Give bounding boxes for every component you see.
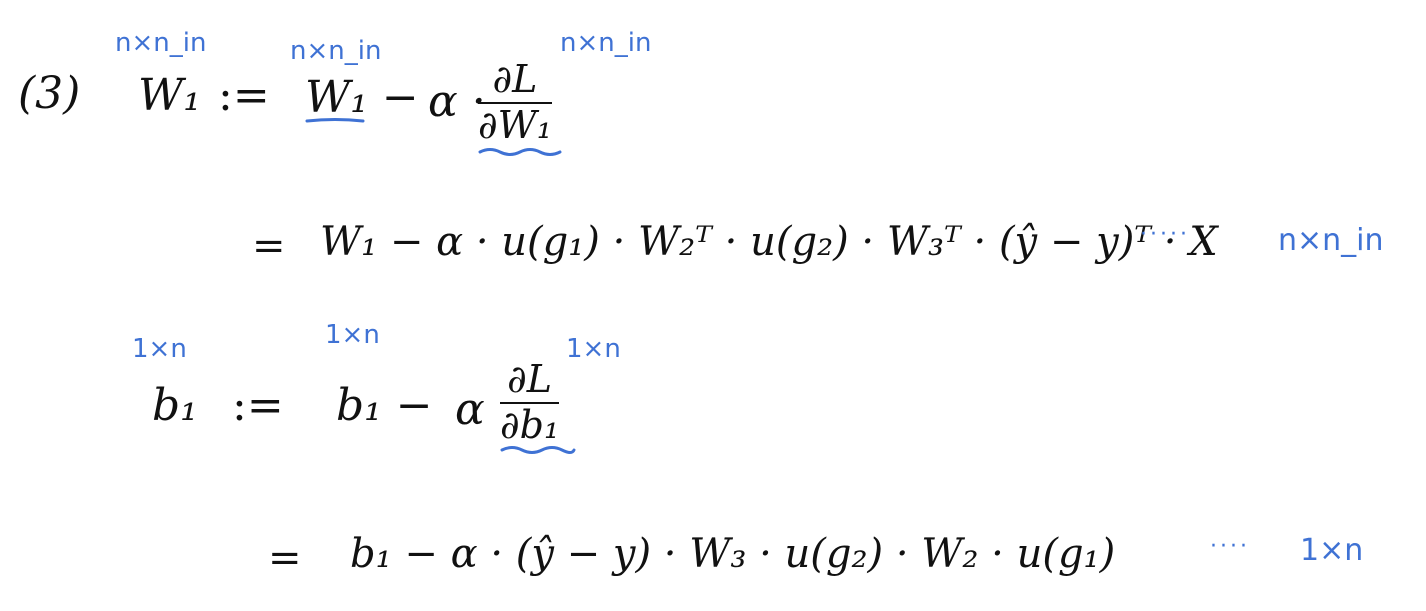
gradient-numerator-b1: ∂L bbox=[507, 357, 553, 401]
dimension-annotation-w1-gradient: n×n_in bbox=[560, 28, 652, 58]
dimension-annotation-b1-lhs: 1×n bbox=[132, 334, 187, 364]
gradient-denominator-b1: ∂b₁ bbox=[500, 402, 560, 447]
gradient-denominator: ∂W₁ bbox=[478, 102, 552, 147]
assign-operator-b1: := bbox=[232, 380, 284, 431]
dimension-annotation-b1-rhs: 1×n bbox=[325, 320, 380, 350]
b1-lhs: b₁ bbox=[152, 380, 198, 431]
gradient-fraction-w1: ∂L ∂W₁ bbox=[478, 57, 552, 147]
gradient-b1-wavy-underline bbox=[500, 446, 576, 454]
dimension-annotation-w1-rhs: n×n_in bbox=[290, 36, 382, 66]
w1-lhs: W₁ bbox=[138, 70, 201, 121]
w1-expanded-expression: W₁ − α · u(g₁) · W₂ᵀ · u(g₂) · W₃ᵀ · (ŷ … bbox=[320, 219, 1218, 265]
b1-rhs-term: b₁ − bbox=[336, 380, 433, 431]
equals-sign-b1-expansion: = bbox=[268, 535, 302, 581]
ellipsis-dots-b1: ···· bbox=[1210, 534, 1250, 559]
gradient-fraction-b1: ∂L ∂b₁ bbox=[500, 357, 560, 447]
equation-number: (3) bbox=[18, 68, 81, 119]
assign-operator: := bbox=[218, 70, 270, 121]
gradient-w1-wavy-underline bbox=[478, 148, 562, 156]
dimension-annotation-b1-gradient: 1×n bbox=[566, 334, 621, 364]
dimension-annotation-w1-lhs: n×n_in bbox=[115, 28, 207, 58]
learning-rate-alpha-b1: α bbox=[455, 384, 485, 435]
ellipsis-dots: ····· bbox=[1140, 222, 1190, 247]
w1-underline bbox=[305, 118, 365, 123]
w1-rhs-term: W₁ − bbox=[305, 72, 419, 123]
dimension-annotation-w1-result: n×n_in bbox=[1278, 223, 1384, 258]
gradient-numerator: ∂L bbox=[492, 57, 538, 101]
equals-sign-w1-expansion: = bbox=[252, 223, 286, 269]
handwritten-notes-page: (3) n×n_in W₁ := n×n_in W₁ − α · ∂L ∂W₁ … bbox=[0, 0, 1426, 611]
dimension-annotation-b1-result: 1×n bbox=[1300, 533, 1364, 568]
b1-expanded-expression: b₁ − α · (ŷ − y) · W₃ · u(g₂) · W₂ · u(g… bbox=[350, 531, 1116, 577]
